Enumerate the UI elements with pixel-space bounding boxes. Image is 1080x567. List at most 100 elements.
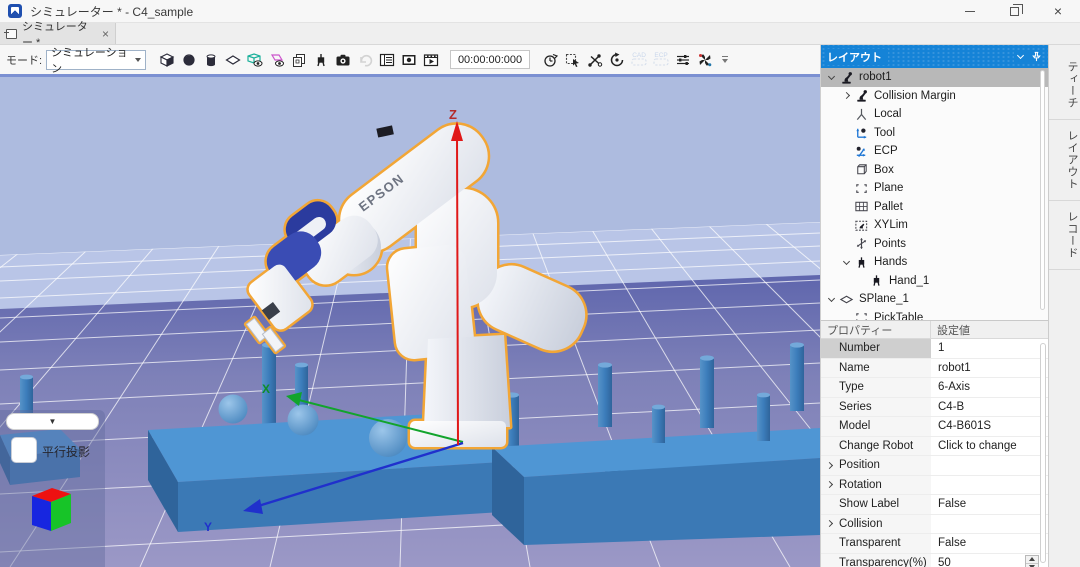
tab-simulator[interactable]: シミュレーター * × xyxy=(0,23,116,44)
side-tab-レコード[interactable]: レコード xyxy=(1049,201,1080,270)
rotate-view-icon xyxy=(609,52,625,68)
rotate-view-button[interactable] xyxy=(606,48,628,72)
tree-item-robot1[interactable]: robot1 xyxy=(821,68,1048,87)
simulator-tab-icon xyxy=(6,29,17,39)
tree-item-label: robot1 xyxy=(859,71,892,83)
mode-value: シミュレーション xyxy=(51,44,135,76)
tree-item-plane[interactable]: Plane xyxy=(821,179,1048,198)
camera-button[interactable] xyxy=(332,48,354,72)
collapse-view-options-button[interactable]: ▼ xyxy=(6,413,99,430)
measure-time-button[interactable] xyxy=(540,48,562,72)
sphere-part xyxy=(288,405,319,436)
property-name: Type xyxy=(839,381,864,393)
property-value[interactable]: C4-B601S xyxy=(938,420,991,432)
tree-item-local[interactable]: Local xyxy=(821,105,1048,124)
tree-item-collision-margin[interactable]: Collision Margin xyxy=(821,87,1048,106)
tree-item-splane-1[interactable]: SPlane_1 xyxy=(821,290,1048,309)
spinner-up-icon[interactable] xyxy=(1029,557,1035,561)
close-button[interactable]: × xyxy=(1036,0,1080,22)
hand-part-icon xyxy=(313,52,329,68)
orientation-cube[interactable] xyxy=(0,482,105,552)
chevron-down-icon[interactable] xyxy=(828,73,835,80)
chevron-down-icon[interactable] xyxy=(828,295,835,302)
chevron-right-icon[interactable] xyxy=(826,481,833,488)
layout-panel-header: レイアウト xyxy=(821,45,1048,68)
cad-to-point-button[interactable]: CAD xyxy=(628,48,650,72)
move-part-button[interactable] xyxy=(694,48,716,72)
property-row-name[interactable]: Namerobot1 xyxy=(821,359,1048,379)
chevron-right-icon[interactable] xyxy=(843,92,850,99)
tree-item-pallet[interactable]: Pallet xyxy=(821,198,1048,217)
undo-button[interactable] xyxy=(354,48,376,72)
display-settings-icon xyxy=(675,52,691,68)
property-row-type[interactable]: Type 6-Axis xyxy=(821,378,1048,398)
chevron-down-icon xyxy=(135,58,141,62)
jog-tool-button[interactable] xyxy=(584,48,606,72)
viewport-3d[interactable]: EPSON Z X Y ▼ xyxy=(0,77,820,567)
property-row-model[interactable]: Model C4-B601S xyxy=(821,417,1048,437)
tree-item-hand-1[interactable]: Hand_1 xyxy=(821,272,1048,291)
panel-chevron-down-icon[interactable] xyxy=(1017,52,1024,59)
property-row-transparency-[interactable]: Transparency(%)50 xyxy=(821,554,1048,567)
value-spinner[interactable] xyxy=(1025,555,1039,567)
ecp-teach-button[interactable]: ECP xyxy=(650,48,672,72)
tree-item-points[interactable]: Points xyxy=(821,235,1048,254)
plane-visibility-button[interactable] xyxy=(266,48,288,72)
tree-scrollbar[interactable] xyxy=(1040,70,1045,310)
display-settings-button[interactable] xyxy=(672,48,694,72)
property-value[interactable]: 6-Axis xyxy=(938,381,970,393)
plane-primitive-button[interactable] xyxy=(222,48,244,72)
points-icon xyxy=(854,236,869,251)
properties-scrollbar[interactable] xyxy=(1040,343,1046,563)
cylinder-primitive-button[interactable] xyxy=(200,48,222,72)
property-value[interactable]: C4-B xyxy=(938,401,964,413)
property-row-position[interactable]: Position xyxy=(821,456,1048,476)
pick-part-button[interactable] xyxy=(562,48,584,72)
property-value[interactable]: 1 xyxy=(938,342,944,354)
property-value[interactable]: Click to change xyxy=(938,440,1017,452)
property-value[interactable]: 50 xyxy=(938,557,951,567)
chevron-right-icon[interactable] xyxy=(826,520,833,527)
side-tab-ティーチ[interactable]: ティーチ xyxy=(1049,51,1080,120)
property-row-collision[interactable]: Collision xyxy=(821,515,1048,535)
tree-item-label: Local xyxy=(874,108,902,120)
side-tab-レイアウト[interactable]: レイアウト xyxy=(1049,120,1080,201)
property-value[interactable]: False xyxy=(938,537,966,549)
video-record-button[interactable] xyxy=(420,48,442,72)
property-row-show-label[interactable]: Show LabelFalse xyxy=(821,495,1048,515)
simulation-time-display: 00:00:00:000 xyxy=(450,50,530,69)
property-row-change-robot[interactable]: Change RobotClick to change xyxy=(821,437,1048,457)
property-row-number[interactable]: Number1 xyxy=(821,339,1048,359)
property-name: Model xyxy=(839,420,870,432)
toolbar-overflow-button[interactable] xyxy=(722,56,728,63)
parallel-projection-checkbox[interactable] xyxy=(11,437,37,463)
tab-close-icon[interactable]: × xyxy=(102,28,109,40)
property-row-series[interactable]: SeriesC4-B xyxy=(821,398,1048,418)
plane-shape-icon xyxy=(854,310,869,320)
properties-list-button[interactable] xyxy=(376,48,398,72)
screenshot-button[interactable] xyxy=(398,48,420,72)
cube-primitive-button[interactable] xyxy=(156,48,178,72)
duplicate-button[interactable] xyxy=(288,48,310,72)
chevron-down-icon[interactable] xyxy=(843,258,850,265)
box-visibility-button[interactable] xyxy=(244,48,266,72)
mode-select[interactable]: シミュレーション xyxy=(46,50,146,70)
property-value[interactable]: robot1 xyxy=(938,362,971,374)
tree-item-ecp[interactable]: ECP xyxy=(821,142,1048,161)
tree-item-hands[interactable]: Hands xyxy=(821,253,1048,272)
property-row-rotation[interactable]: Rotation xyxy=(821,476,1048,496)
sphere-primitive-button[interactable] xyxy=(178,48,200,72)
box-shape-icon xyxy=(854,162,869,177)
tree-item-picktable[interactable]: PickTable xyxy=(821,309,1048,321)
pin-icon[interactable] xyxy=(1031,51,1042,62)
minimize-button[interactable] xyxy=(948,0,992,22)
tree-item-xylim[interactable]: XYLim xyxy=(821,216,1048,235)
property-row-transparent[interactable]: TransparentFalse xyxy=(821,534,1048,554)
property-value[interactable]: False xyxy=(938,498,966,510)
restore-button[interactable] xyxy=(992,0,1036,22)
chevron-right-icon[interactable] xyxy=(826,462,833,469)
hand-part-button[interactable] xyxy=(310,48,332,72)
tree-item-tool[interactable]: Tool xyxy=(821,124,1048,143)
tree-item-box[interactable]: Box xyxy=(821,161,1048,180)
document-tab-bar: シミュレーター * × xyxy=(0,23,1080,45)
